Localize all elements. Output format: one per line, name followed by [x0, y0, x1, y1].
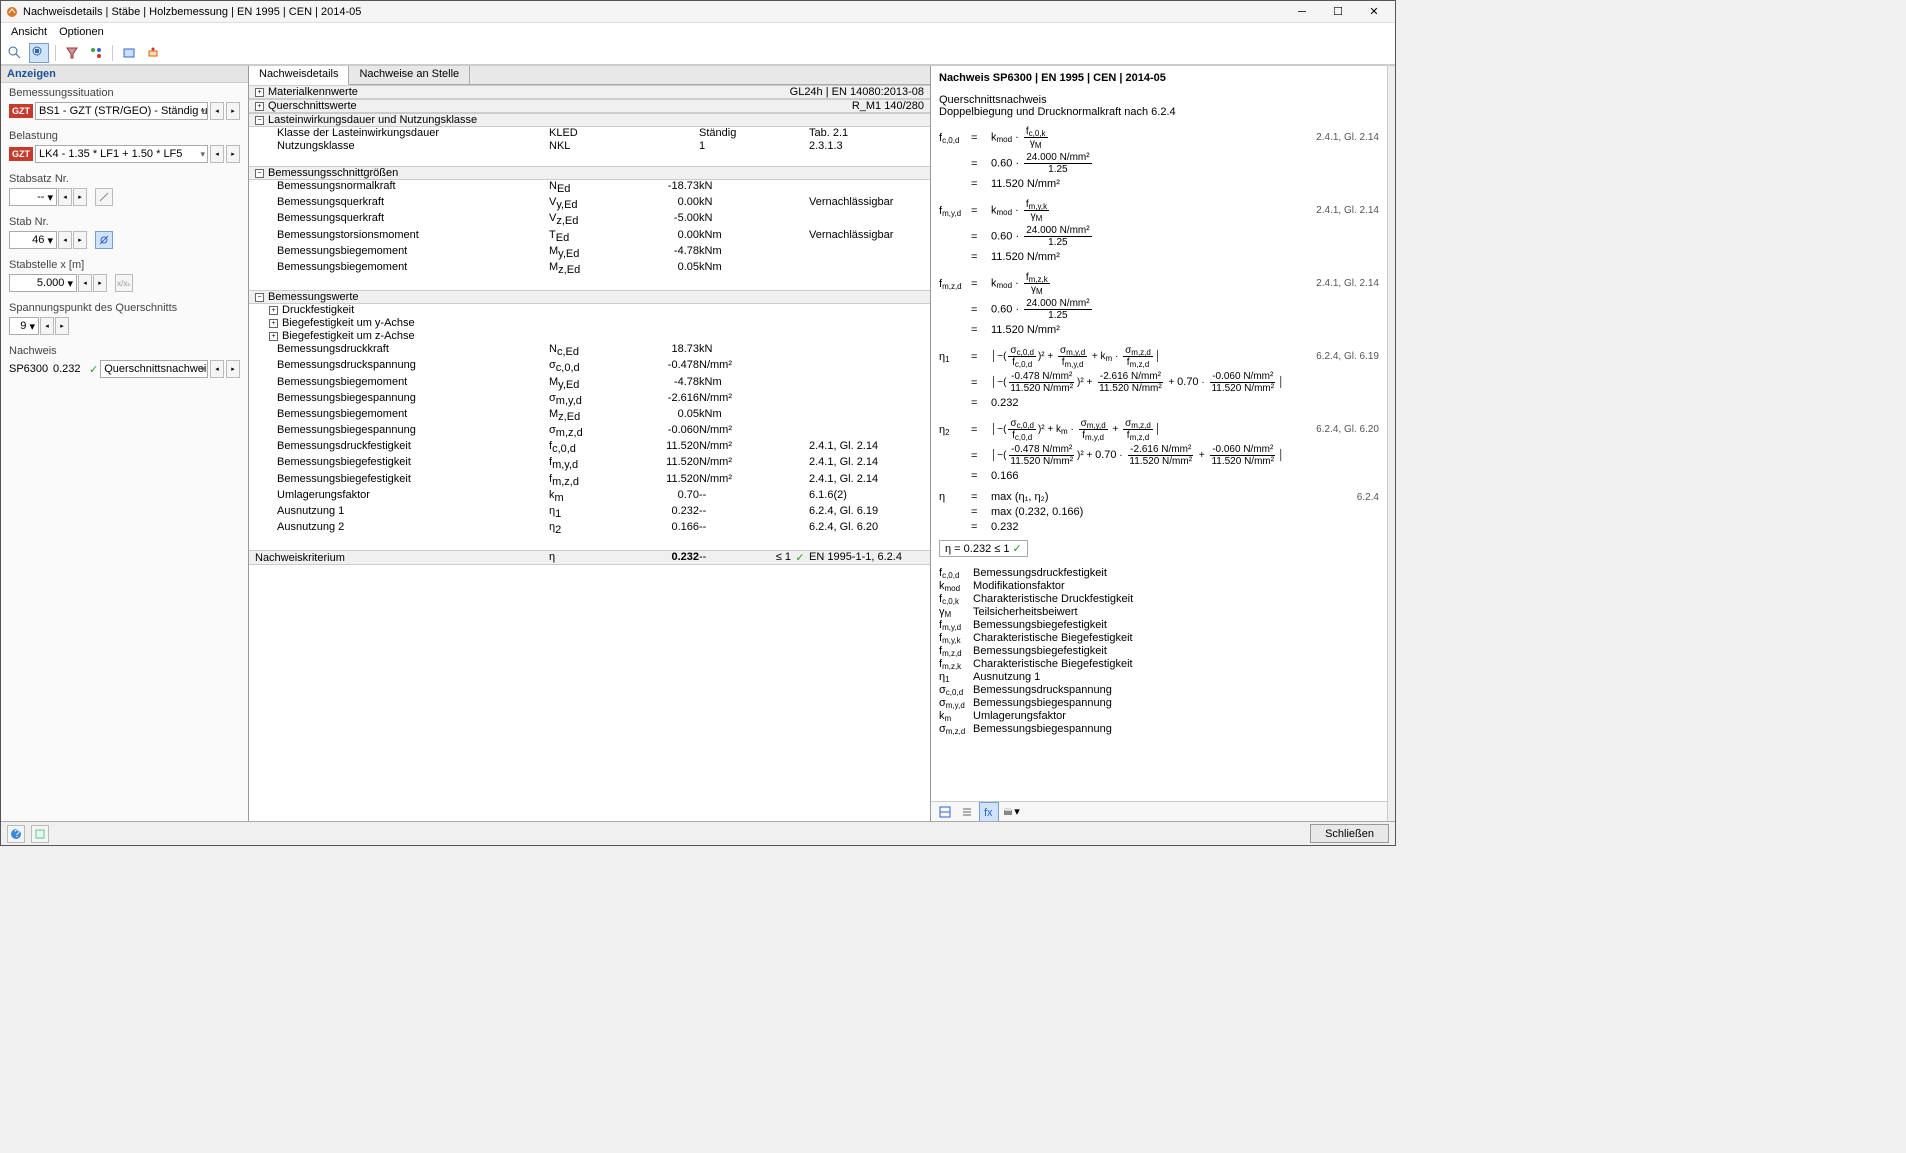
stress-pt-input[interactable]: 9 ▾: [9, 317, 39, 335]
close-button[interactable]: Schließen: [1310, 824, 1389, 843]
next-design[interactable]: ▸: [226, 360, 240, 378]
badge-gzt-2: GZT: [9, 147, 33, 161]
pick-set-icon[interactable]: [95, 188, 113, 206]
units-icon[interactable]: [31, 825, 49, 843]
badge-gzt: GZT: [9, 104, 33, 118]
close-window-button[interactable]: ✕: [1357, 2, 1391, 22]
expand-icon[interactable]: +: [255, 102, 264, 111]
toolbar-show-all-icon[interactable]: [86, 43, 106, 63]
prev-set-no[interactable]: ◂: [58, 188, 72, 206]
x-loc-extra-icon[interactable]: x/xₖ: [115, 274, 133, 292]
toolbar-search-member-icon[interactable]: [29, 43, 49, 63]
cross-section-header: Querschnittswerte: [268, 100, 357, 112]
label-stress-pt: Spannungspunkt des Querschnitts: [9, 302, 240, 314]
collapse-icon[interactable]: −: [255, 293, 264, 302]
toolbar-search-icon[interactable]: [5, 43, 25, 63]
app-icon: [5, 5, 19, 19]
expand-icon[interactable]: +: [255, 88, 264, 97]
tab-details[interactable]: Nachweisdetails: [249, 66, 349, 85]
label-design-situation: Bemessungssituation: [9, 87, 240, 99]
menubar: Ansicht Optionen: [1, 23, 1395, 41]
next-x-loc[interactable]: ▸: [93, 274, 107, 292]
minimize-button[interactable]: ─: [1285, 2, 1319, 22]
label-set-no: Stabsatz Nr.: [9, 173, 240, 185]
final-result-box: η = 0.232 ≤ 1 ✓: [939, 540, 1028, 557]
set-no-input[interactable]: -- ▾: [9, 188, 57, 206]
svg-text:fx: fx: [984, 807, 993, 818]
rt-formula-icon[interactable]: fx: [979, 802, 999, 822]
help-icon[interactable]: ?: [7, 825, 25, 843]
label-design: Nachweis: [9, 345, 240, 357]
prev-x-loc[interactable]: ◂: [78, 274, 92, 292]
expand-icon[interactable]: +: [269, 332, 278, 341]
toolbar-separator: [55, 45, 56, 61]
svg-text:?: ?: [14, 828, 20, 840]
materials-header: Materialkennwerte: [268, 86, 358, 98]
check-icon: ✓: [791, 551, 809, 564]
next-stress-pt[interactable]: ▸: [55, 317, 69, 335]
content-area: Anzeigen Bemessungssituation GZT BS1 - G…: [1, 65, 1395, 821]
right-subtitle-1: Querschnittsnachweis: [939, 94, 1379, 106]
tab-at-location[interactable]: Nachweise an Stelle: [349, 66, 470, 84]
loading-combo[interactable]: LK4 - 1.35 * LF1 + 1.50 * LF5: [35, 145, 208, 163]
pick-member-icon[interactable]: [95, 231, 113, 249]
prev-loading[interactable]: ◂: [210, 145, 224, 163]
design-ratio: 0.232: [53, 363, 87, 375]
check-icon: ✓: [89, 363, 98, 376]
expand-icon[interactable]: +: [269, 306, 278, 315]
left-panel: Anzeigen Bemessungssituation GZT BS1 - G…: [1, 66, 249, 821]
label-x-loc: Stabstelle x [m]: [9, 259, 240, 271]
toolbar-cs-icon[interactable]: [119, 43, 139, 63]
next-loading[interactable]: ▸: [226, 145, 240, 163]
next-design-situation[interactable]: ▸: [226, 102, 240, 120]
next-set-no[interactable]: ▸: [73, 188, 87, 206]
design-situation-combo[interactable]: BS1 - GZT (STR/GEO) - Ständig und vorüb.…: [35, 102, 208, 120]
prev-stress-pt[interactable]: ◂: [40, 317, 54, 335]
legend: fc,0,dBemessungsdruckfestigkeit kmodModi…: [939, 567, 1379, 735]
collapse-icon[interactable]: −: [255, 169, 264, 178]
design-id: SP6300: [9, 363, 51, 375]
design-combo[interactable]: Querschnittsnachweis | ...: [100, 360, 208, 378]
rt-print-icon[interactable]: ▾: [1001, 802, 1021, 822]
collapse-icon[interactable]: −: [255, 116, 264, 125]
left-panel-header: Anzeigen: [1, 66, 248, 83]
scrollbar[interactable]: [1387, 66, 1395, 821]
right-title: Nachweis SP6300 | EN 1995 | CEN | 2014-0…: [939, 72, 1379, 84]
toolbar-separator: [112, 45, 113, 61]
statusbar: ? Schließen: [1, 821, 1395, 845]
menu-options[interactable]: Optionen: [53, 25, 110, 39]
maximize-button[interactable]: ☐: [1321, 2, 1355, 22]
toolbar-filter-icon[interactable]: [62, 43, 82, 63]
label-member-no: Stab Nr.: [9, 216, 240, 228]
check-icon: ✓: [1013, 543, 1022, 555]
window-title: Nachweisdetails | Stäbe | Holzbemessung …: [23, 6, 1285, 18]
label-loading: Belastung: [9, 130, 240, 142]
prev-design-situation[interactable]: ◂: [210, 102, 224, 120]
x-loc-input[interactable]: 5.000 ▾: [9, 274, 77, 292]
rt-show-all-icon[interactable]: [935, 802, 955, 822]
middle-panel: Nachweisdetails Nachweise an Stelle + Mat…: [249, 66, 931, 821]
member-no-input[interactable]: 46 ▾: [9, 231, 57, 249]
toolbar: [1, 41, 1395, 65]
titlebar: Nachweisdetails | Stäbe | Holzbemessung …: [1, 1, 1395, 23]
expand-icon[interactable]: +: [269, 319, 278, 328]
rt-list-icon[interactable]: [957, 802, 977, 822]
toolbar-settings-icon[interactable]: [143, 43, 163, 63]
right-subtitle-2: Doppelbiegung und Drucknormalkraft nach …: [939, 106, 1379, 118]
prev-member-no[interactable]: ◂: [58, 231, 72, 249]
materials-right: GL24h | EN 14080:2013-08: [790, 86, 930, 98]
cross-section-right: R_M1 140/280: [852, 100, 930, 112]
menu-view[interactable]: Ansicht: [5, 25, 53, 39]
next-member-no[interactable]: ▸: [73, 231, 87, 249]
prev-design[interactable]: ◂: [210, 360, 224, 378]
right-panel: Nachweis SP6300 | EN 1995 | CEN | 2014-0…: [931, 66, 1387, 821]
